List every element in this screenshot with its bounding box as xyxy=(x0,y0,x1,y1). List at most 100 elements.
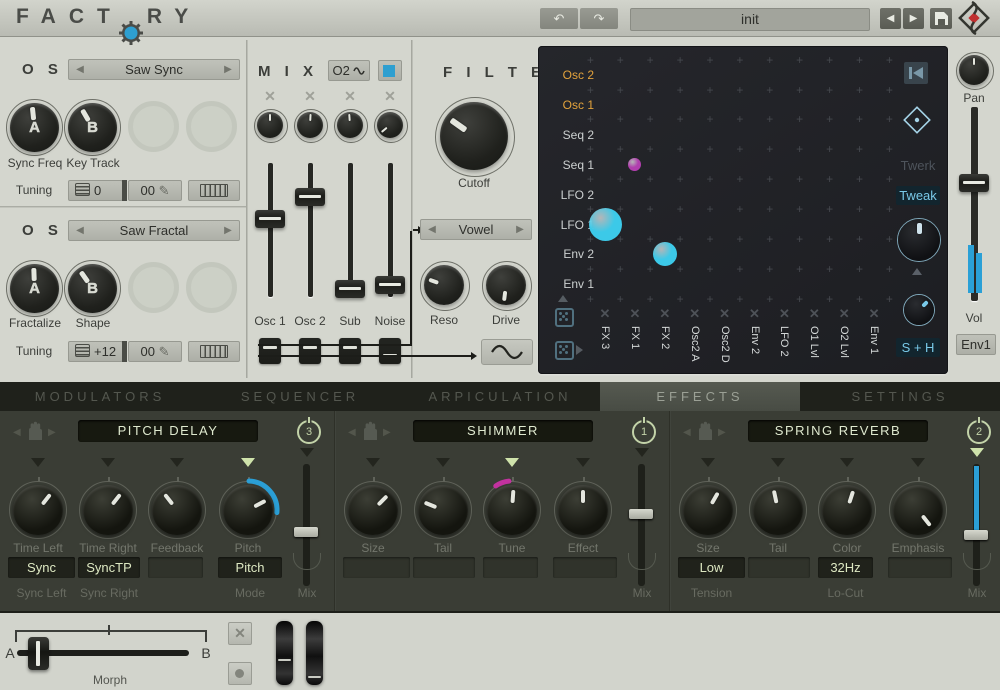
env1-source-button[interactable]: Env1 xyxy=(956,334,996,355)
fx1-option-button-1[interactable] xyxy=(413,557,475,578)
filter-cutoff-knob[interactable] xyxy=(440,102,508,170)
matrix-col-label-2[interactable]: FX 2 xyxy=(659,326,671,349)
mixer-fader-handle-1[interactable] xyxy=(295,188,325,206)
hand-icon[interactable] xyxy=(24,420,46,447)
mod-wheel[interactable] xyxy=(306,621,323,685)
osc1-finetune-control[interactable]: 00 ✎ xyxy=(128,180,182,201)
hand-icon[interactable] xyxy=(359,420,381,447)
undo-button[interactable]: ↶ xyxy=(540,8,578,29)
twerk-diamond-icon[interactable] xyxy=(903,106,931,134)
matrix-col-label-7[interactable]: O1 Lvl xyxy=(808,326,820,358)
hand-icon[interactable] xyxy=(694,420,716,447)
mixer-mini-slider-1[interactable] xyxy=(299,338,321,364)
mixer-fader-track-0[interactable] xyxy=(268,163,273,297)
matrix-reset-button[interactable] xyxy=(904,62,928,84)
fx1-knob-tail[interactable] xyxy=(418,485,468,535)
matrix-row-label-1[interactable]: Osc 1 xyxy=(542,98,594,112)
fx1-knob3-mod-indicator[interactable] xyxy=(576,458,590,467)
fx0-next-icon[interactable]: ▶ xyxy=(48,427,56,438)
mixer-mini-slider-3[interactable] xyxy=(379,338,401,364)
fx0-knob1-mod-indicator[interactable] xyxy=(101,458,115,467)
pan-knob[interactable] xyxy=(959,55,989,85)
filter-reso-knob[interactable] xyxy=(424,265,464,305)
matrix-row-label-4[interactable]: LFO 2 xyxy=(542,188,594,202)
osc1-wave-selector[interactable]: ◀ Saw Sync ▶ xyxy=(68,59,240,80)
matrix-row-label-5[interactable]: LFO 1 xyxy=(542,218,594,232)
morph-record-button[interactable] xyxy=(228,662,252,685)
osc2-wave-next-icon[interactable]: ▶ xyxy=(219,221,237,240)
fx0-option-button-1[interactable]: SyncTP xyxy=(78,557,140,578)
fx2-knob-size[interactable] xyxy=(683,485,733,535)
fx2-knob0-mod-indicator[interactable] xyxy=(701,458,715,467)
osc2-knob-a[interactable]: A xyxy=(10,264,59,313)
mixer-mod-knob-3[interactable] xyxy=(377,112,403,138)
osc1-knob-a[interactable]: A xyxy=(10,103,59,152)
tweak-rate-knob[interactable] xyxy=(903,294,935,326)
mixer-waveform-toggle[interactable] xyxy=(378,60,402,81)
matrix-col-clear-8[interactable]: ✕ xyxy=(834,306,854,322)
osc2-finetune-control[interactable]: 00 ✎ xyxy=(128,341,182,362)
mixer-mute-3[interactable]: ✕ xyxy=(380,88,400,105)
mixer-mute-2[interactable]: ✕ xyxy=(340,88,360,105)
fx0-knob-feedback[interactable] xyxy=(152,485,202,535)
fx1-knob2-mod-indicator[interactable] xyxy=(505,458,519,467)
fx1-option-button-2[interactable] xyxy=(483,557,538,578)
fx2-knob-emphasis[interactable] xyxy=(893,485,943,535)
matrix-col-label-9[interactable]: Env 1 xyxy=(868,326,880,354)
fx1-knob0-mod-indicator[interactable] xyxy=(366,458,380,467)
mixer-mute-0[interactable]: ✕ xyxy=(260,88,280,105)
mixer-mini-slider-0[interactable] xyxy=(259,338,281,364)
matrix-col-clear-9[interactable]: ✕ xyxy=(864,306,884,322)
fx1-name-display[interactable]: SHIMMER xyxy=(413,420,593,442)
matrix-col-clear-7[interactable]: ✕ xyxy=(804,306,824,322)
tab-sequencer[interactable]: SEQUENCER xyxy=(200,382,400,411)
pitch-bend-wheel[interactable] xyxy=(276,621,293,685)
mixer-mod-knob-0[interactable] xyxy=(257,112,283,138)
sample-hold-button[interactable]: S + H xyxy=(896,338,940,357)
matrix-col-label-3[interactable]: Osc2 A xyxy=(689,326,701,361)
mixer-fader-handle-2[interactable] xyxy=(335,280,365,298)
filter-type-selector[interactable]: ◀ Vowel ▶ xyxy=(420,219,532,240)
matrix-col-label-8[interactable]: O2 Lvl xyxy=(838,326,850,358)
matrix-row-label-0[interactable]: Osc 2 xyxy=(542,68,594,82)
filter-type-prev-icon[interactable]: ◀ xyxy=(423,220,441,239)
tab-modulators[interactable]: MODULATORS xyxy=(0,382,200,411)
fx2-prev-icon[interactable]: ◀ xyxy=(683,427,691,438)
volume-fader-handle[interactable] xyxy=(959,174,989,192)
fx2-knob2-mod-indicator[interactable] xyxy=(840,458,854,467)
matrix-mod-dot-0[interactable] xyxy=(628,158,641,171)
fx1-knob1-mod-indicator[interactable] xyxy=(436,458,450,467)
tweak-amount-knob[interactable] xyxy=(897,218,941,262)
matrix-col-clear-4[interactable]: ✕ xyxy=(715,306,735,322)
twerk-mode-button[interactable]: Twerk xyxy=(896,158,940,173)
fx2-knob3-mod-indicator[interactable] xyxy=(911,458,925,467)
fx2-option-button-1[interactable] xyxy=(748,557,810,578)
matrix-col-clear-1[interactable]: ✕ xyxy=(625,306,645,322)
randomize-dice-icon-2[interactable] xyxy=(555,341,574,360)
fx2-next-icon[interactable]: ▶ xyxy=(718,427,726,438)
osc2-wave-prev-icon[interactable]: ◀ xyxy=(71,221,89,240)
fx1-option-button-3[interactable] xyxy=(553,557,617,578)
fx2-knob-tail[interactable] xyxy=(753,485,803,535)
tweak-mode-button[interactable]: Tweak xyxy=(896,186,940,205)
matrix-row-label-2[interactable]: Seq 2 xyxy=(542,128,594,142)
osc1-wave-prev-icon[interactable]: ◀ xyxy=(71,60,89,79)
fx0-name-display[interactable]: PITCH DELAY xyxy=(78,420,258,442)
fx1-knob-effect[interactable] xyxy=(558,485,608,535)
tab-effects[interactable]: EFFECTS xyxy=(600,382,800,411)
osc1-keyboard-button[interactable] xyxy=(188,180,240,201)
tab-arpiculation[interactable]: ARPICULATION xyxy=(400,382,600,411)
fx1-knob-tune[interactable] xyxy=(487,485,537,535)
mixer-fader-handle-3[interactable] xyxy=(375,276,405,294)
matrix-col-label-0[interactable]: FX 3 xyxy=(599,326,611,349)
matrix-col-label-1[interactable]: FX 1 xyxy=(629,326,641,349)
tab-settings[interactable]: SETTINGS xyxy=(800,382,1000,411)
filter-drive-knob[interactable] xyxy=(486,265,526,305)
fx2-mix-mod-indicator[interactable] xyxy=(970,448,984,457)
matrix-col-clear-0[interactable]: ✕ xyxy=(595,306,615,322)
matrix-row-label-7[interactable]: Env 1 xyxy=(542,277,594,291)
matrix-col-clear-3[interactable]: ✕ xyxy=(685,306,705,322)
osc1-wave-next-icon[interactable]: ▶ xyxy=(219,60,237,79)
matrix-col-label-4[interactable]: Osc2 D xyxy=(719,326,731,363)
preset-next-button[interactable]: ▶ xyxy=(903,8,924,29)
